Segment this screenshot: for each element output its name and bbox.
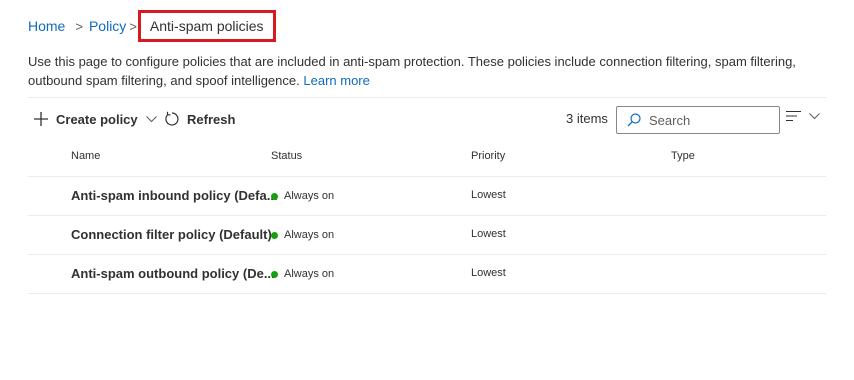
create-policy-label: Create policy xyxy=(56,111,138,127)
breadcrumb-separator: > xyxy=(129,18,137,34)
page-description: Use this page to configure policies that… xyxy=(28,52,818,90)
status-cell: Always on xyxy=(271,229,334,241)
divider xyxy=(28,293,826,294)
table-row[interactable]: Anti-spam outbound policy (De... Always … xyxy=(28,254,826,293)
breadcrumb-home-link[interactable]: Home xyxy=(28,18,65,34)
priority-cell: Lowest xyxy=(471,267,506,279)
priority-cell: Lowest xyxy=(471,228,506,240)
column-header-status[interactable]: Status xyxy=(271,150,302,162)
search-placeholder: Search xyxy=(649,112,691,128)
column-header-name[interactable]: Name xyxy=(71,150,100,162)
search-input[interactable]: Search xyxy=(616,106,780,134)
plus-icon xyxy=(34,112,48,126)
status-dot-icon xyxy=(271,192,278,200)
refresh-icon xyxy=(164,111,180,127)
status-text: Always on xyxy=(284,229,335,241)
command-bar: Create policy Refresh 3 items Search xyxy=(28,104,826,134)
search-icon xyxy=(627,113,641,127)
refresh-button[interactable]: Refresh xyxy=(164,104,235,134)
breadcrumb-policy-link[interactable]: Policy xyxy=(89,18,126,34)
breadcrumb: Home > Policy > Anti-spam policies xyxy=(28,10,276,42)
filter-button[interactable] xyxy=(786,110,820,122)
description-text: Use this page to configure policies that… xyxy=(28,54,796,88)
policy-name[interactable]: Connection filter policy (Default) xyxy=(71,227,272,242)
status-text: Always on xyxy=(284,268,335,280)
status-dot-icon xyxy=(271,231,278,239)
breadcrumb-separator: > xyxy=(75,18,83,34)
chevron-down-icon xyxy=(809,112,820,120)
priority-cell: Lowest xyxy=(471,189,506,201)
learn-more-link[interactable]: Learn more xyxy=(303,73,369,88)
filter-lines-icon xyxy=(786,110,802,122)
table-row[interactable]: Anti-spam inbound policy (Defa... Always… xyxy=(28,176,826,215)
status-cell: Always on xyxy=(271,190,334,202)
policy-name[interactable]: Anti-spam outbound policy (De... xyxy=(71,266,275,281)
column-header-type[interactable]: Type xyxy=(671,150,695,162)
table-row[interactable]: Connection filter policy (Default) Alway… xyxy=(28,215,826,254)
divider xyxy=(28,97,826,98)
create-policy-button[interactable]: Create policy xyxy=(34,104,157,134)
policy-name[interactable]: Anti-spam inbound policy (Defa... xyxy=(71,188,278,203)
refresh-label: Refresh xyxy=(187,111,236,127)
status-text: Always on xyxy=(284,190,335,202)
chevron-down-icon[interactable] xyxy=(145,115,157,123)
breadcrumb-current-page: Anti-spam policies xyxy=(137,10,276,42)
column-header-priority[interactable]: Priority xyxy=(471,150,505,162)
status-cell: Always on xyxy=(271,268,334,280)
items-count: 3 items xyxy=(566,111,608,126)
status-dot-icon xyxy=(271,270,278,278)
